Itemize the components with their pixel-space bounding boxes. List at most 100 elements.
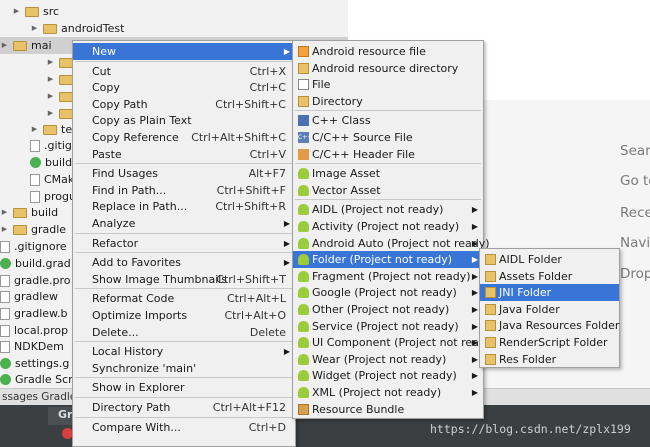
expand-arrow-icon[interactable]: ▶ — [46, 88, 55, 105]
new-item-google-project-not-ready[interactable]: Google (Project not ready) ▶ — [293, 284, 483, 301]
folder-item-res-folder[interactable]: Res Folder — [480, 351, 619, 368]
new-item-wear-project-not-ready[interactable]: Wear (Project not ready) ▶ — [293, 351, 483, 368]
menu-item-optimize-imports[interactable]: Optimize Imports Ctrl+Alt+O — [73, 307, 295, 324]
menu-item-paste[interactable]: Paste Ctrl+V — [73, 146, 295, 163]
menu-item-copy-as-plain-text[interactable]: Copy as Plain Text — [73, 112, 295, 129]
folder-item-java-resources-folder[interactable]: Java Resources Folder — [480, 317, 619, 334]
expand-arrow-icon[interactable]: ▶ — [46, 71, 55, 88]
folder-item-renderscript-folder[interactable]: RenderScript Folder — [480, 334, 619, 351]
gradle-icon — [0, 358, 11, 369]
folder-icon — [59, 74, 73, 85]
tree-row[interactable]: gradlew.b — [0, 305, 68, 322]
new-item-file[interactable]: File — [293, 76, 483, 93]
expand-arrow-icon[interactable]: ▶ — [12, 3, 21, 20]
tree-row[interactable]: build.grad — [0, 255, 71, 272]
submenu-arrow-icon: ▶ — [283, 238, 290, 248]
new-item-aidl-project-not-ready[interactable]: AIDL (Project not ready) ▶ — [293, 201, 483, 218]
tree-row[interactable]: ▶ tes — [30, 121, 78, 138]
new-item-folder-project-not-ready[interactable]: Folder (Project not ready) ▶ — [293, 251, 483, 269]
menu-item-show-in-explorer[interactable]: Show in Explorer — [73, 379, 295, 396]
menu-item-compare-with[interactable]: Compare With... Ctrl+D — [73, 419, 295, 436]
menu-item-delete[interactable]: Delete... Delete — [73, 324, 295, 341]
menu-item-label: Copy Path — [92, 97, 148, 111]
new-item-android-resource-file[interactable]: Android resource file — [293, 43, 483, 60]
new-item-xml-project-not-ready[interactable]: XML (Project not ready) ▶ — [293, 384, 483, 401]
tree-row[interactable]: local.prop — [0, 322, 68, 339]
menu-item-find-in-path[interactable]: Find in Path... Ctrl+Shift+F — [73, 182, 295, 199]
submenu-arrow-icon: ▶ — [471, 371, 478, 381]
expand-arrow-icon[interactable]: ▶ — [46, 54, 55, 71]
folder-icon — [59, 91, 73, 102]
menu-item-copy-reference[interactable]: Copy Reference Ctrl+Alt+Shift+C — [73, 129, 295, 146]
new-item-ui-component-project-not-ready[interactable]: UI Component (Project not ready) ▶ — [293, 334, 497, 351]
new-item-vector-asset[interactable]: Vector Asset — [293, 182, 483, 199]
menu-item-analyze[interactable]: Analyze ▶ — [73, 215, 295, 232]
folder-item-jni-folder[interactable]: JNI Folder — [480, 284, 619, 302]
new-item-android-auto-project-not-ready[interactable]: Android Auto (Project not ready) ▶ — [293, 235, 490, 252]
expand-arrow-icon[interactable]: ▶ — [0, 221, 9, 238]
tree-row[interactable]: ▶ gradle — [0, 221, 66, 238]
new-item-directory[interactable]: Directory — [293, 93, 483, 110]
menu-separator — [75, 60, 293, 62]
tree-row[interactable]: ▶ androidTest — [30, 20, 125, 37]
menu-item-new[interactable]: New ▶ — [73, 43, 295, 60]
expand-arrow-icon[interactable]: ▶ — [30, 20, 39, 37]
tree-row[interactable]: .gitignore — [0, 238, 67, 255]
menu-item-copy[interactable]: Copy Ctrl+C — [73, 79, 295, 96]
folder-item-assets-folder[interactable]: Assets Folder — [480, 268, 619, 285]
menu-item-copy-path[interactable]: Copy Path Ctrl+Shift+C — [73, 96, 295, 113]
new-item-fragment-project-not-ready[interactable]: Fragment (Project not ready) ▶ — [293, 268, 483, 285]
menu-item-cut[interactable]: Cut Ctrl+X — [73, 63, 295, 80]
folder-icon — [485, 320, 496, 332]
new-item-android-resource-directory[interactable]: Android resource directory — [293, 60, 483, 77]
menu-separator — [295, 110, 481, 112]
menu-item-label: Local History — [92, 345, 164, 359]
menu-item-add-to-favorites[interactable]: Add to Favorites ▶ — [73, 254, 295, 271]
menu-item-reformat-code[interactable]: Reformat Code Ctrl+Alt+L — [73, 290, 295, 307]
menu-item-label: Add to Favorites — [92, 256, 182, 270]
tree-row-label: settings.g — [15, 357, 70, 370]
new-item-image-asset[interactable]: Image Asset — [293, 165, 483, 182]
menu-item-label: JNI Folder — [499, 286, 552, 300]
editor-hint: Searc — [620, 143, 650, 159]
menu-item-show-image-thumbnails[interactable]: Show Image Thumbnails Ctrl+Shift+T — [73, 271, 295, 288]
menu-item-label: Synchronize 'main' — [92, 361, 197, 375]
menu-item-find-usages[interactable]: Find Usages Alt+F7 — [73, 165, 295, 182]
tree-row[interactable]: gradle.pro — [0, 272, 71, 289]
folder-item-aidl-folder[interactable]: AIDL Folder — [480, 251, 619, 268]
submenu-arrow-icon: ▶ — [471, 388, 478, 397]
new-item-activity-project-not-ready[interactable]: Activity (Project not ready) ▶ — [293, 218, 483, 235]
menu-item-directory-path[interactable]: Directory Path Ctrl+Alt+F12 — [73, 399, 295, 416]
menu-item-label: C/C++ Header File — [312, 147, 415, 161]
menu-item-refactor[interactable]: Refactor ▶ — [73, 235, 295, 252]
new-item-other-project-not-ready[interactable]: Other (Project not ready) ▶ — [293, 301, 483, 318]
expand-arrow-icon[interactable]: ▶ — [30, 121, 39, 138]
new-item-widget-project-not-ready[interactable]: Widget (Project not ready) ▶ — [293, 367, 483, 384]
menu-item-label: AIDL (Project not ready) — [312, 203, 444, 217]
menu-item-local-history[interactable]: Local History ▶ — [73, 343, 295, 360]
new-item-service-project-not-ready[interactable]: Service (Project not ready) ▶ — [293, 318, 483, 335]
tree-row[interactable]: NDKDem — [0, 338, 64, 355]
menu-item-replace-in-path[interactable]: Replace in Path... Ctrl+Shift+R — [73, 198, 295, 215]
new-item-resource-bundle[interactable]: Resource Bundle — [293, 401, 483, 418]
expand-arrow-icon[interactable]: ▶ — [0, 37, 9, 54]
android-icon — [298, 370, 309, 382]
new-item-c-c-source-file[interactable]: C++ C/C++ Source File — [293, 129, 483, 146]
tree-row[interactable]: settings.g — [0, 355, 69, 372]
expand-arrow-icon[interactable]: ▶ — [0, 204, 9, 221]
editor-hint: Drop — [620, 266, 650, 282]
tree-row[interactable]: gradlew — [0, 288, 58, 305]
tree-row[interactable]: ▶ build — [0, 204, 58, 221]
menu-item-synchronize-main[interactable]: Synchronize 'main' — [73, 360, 295, 377]
submenu-arrow-icon: ▶ — [283, 258, 290, 268]
new-item-c-class[interactable]: C++ Class — [293, 112, 483, 129]
expand-arrow-icon[interactable]: ▶ — [46, 105, 55, 122]
new-item-c-c-header-file[interactable]: C/C++ Header File — [293, 146, 483, 163]
menu-item-label: Image Asset — [312, 167, 381, 181]
tree-row-label: androidTest — [61, 22, 125, 35]
folder-item-java-folder[interactable]: Java Folder — [480, 301, 619, 318]
menu-separator — [75, 397, 293, 398]
menu-shortcut: Ctrl+Alt+L — [226, 292, 286, 306]
tree-row[interactable]: ▶ src — [12, 3, 59, 20]
menu-item-label: Refactor — [92, 236, 139, 250]
